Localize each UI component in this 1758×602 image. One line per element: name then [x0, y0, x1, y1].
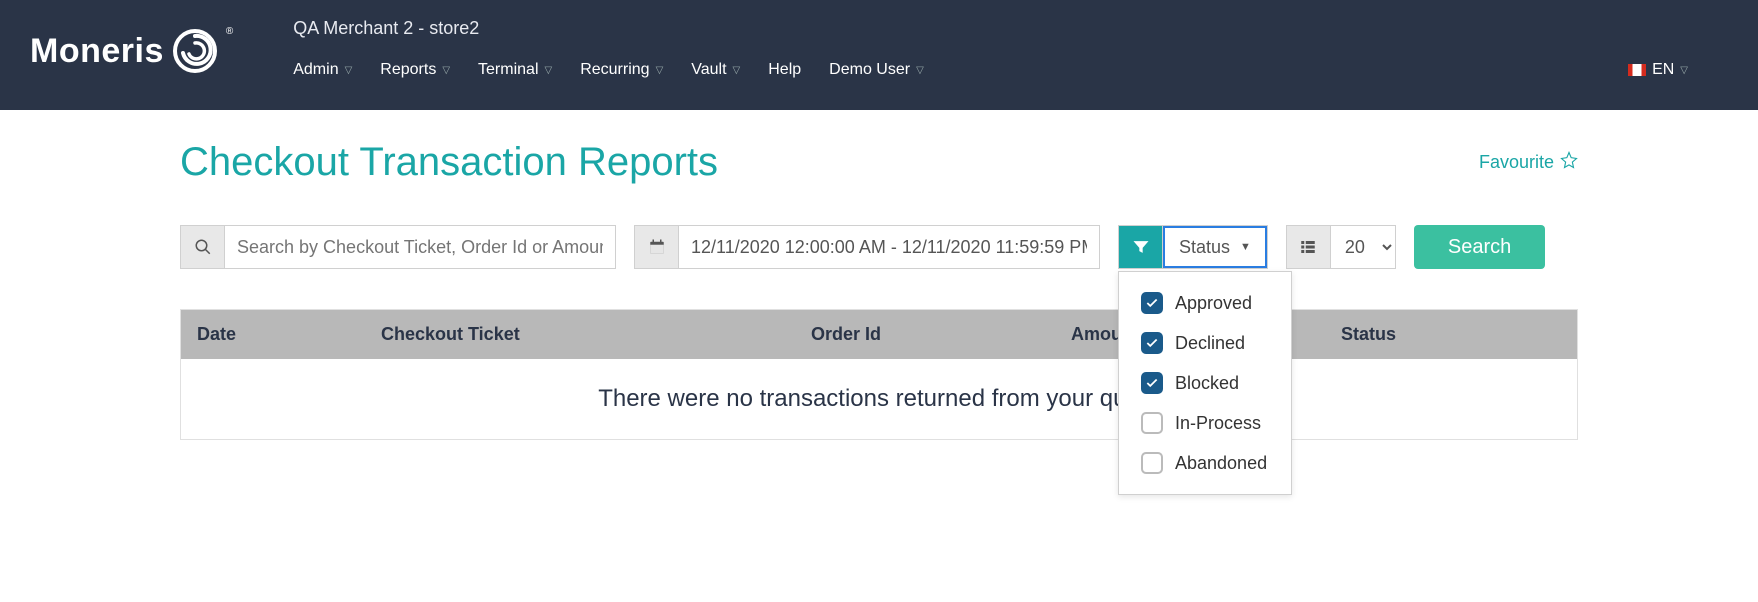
results-table: Date Checkout Ticket Order Id Amount Sta…: [180, 309, 1578, 440]
page-size-select[interactable]: 20: [1331, 226, 1395, 268]
status-option-label: Blocked: [1175, 373, 1239, 394]
status-filter-wrapper: Status ▼ ApprovedDeclinedBlockedIn-Proce…: [1118, 225, 1268, 269]
nav-vault-label: Vault: [691, 61, 726, 79]
nav-terminal-label: Terminal: [478, 61, 538, 79]
swirl-icon: [172, 28, 218, 74]
nav-recurring-label: Recurring: [580, 61, 649, 79]
header-right: QA Merchant 2 - store2 Admin ▽ Reports ▽ T…: [293, 18, 1728, 79]
page-title: Checkout Transaction Reports: [180, 140, 718, 185]
nav-reports[interactable]: Reports ▽: [380, 61, 450, 79]
status-dropdown-menu: Approved Declined Blocked In-Process Abandon…: [1118, 271, 1292, 495]
status-input-group: Status ▼: [1118, 225, 1268, 269]
nav-vault[interactable]: Vault ▽: [691, 61, 740, 79]
empty-message: There were no transactions returned from…: [181, 359, 1577, 439]
nav-user-label: Demo User: [829, 61, 910, 79]
status-dropdown-button[interactable]: Status ▼: [1163, 226, 1267, 268]
th-status: Status: [1341, 324, 1561, 345]
caret-down-icon: ▼: [1240, 241, 1251, 253]
chevron-down-icon: ▽: [656, 65, 664, 76]
page-content: Checkout Transaction Reports Favourite: [0, 110, 1758, 470]
chevron-down-icon: ▽: [442, 65, 450, 76]
status-option[interactable]: Declined: [1141, 332, 1269, 354]
nav-recurring[interactable]: Recurring ▽: [580, 61, 663, 79]
nav-help[interactable]: Help: [768, 61, 801, 79]
date-input-group: [634, 225, 1100, 269]
nav-terminal[interactable]: Terminal ▽: [478, 61, 552, 79]
checkbox-icon: [1141, 372, 1163, 394]
filter-bar: Status ▼ ApprovedDeclinedBlockedIn-Proce…: [180, 225, 1578, 269]
chevron-down-icon: ▽: [916, 65, 924, 76]
brand-name: Moneris: [30, 32, 164, 71]
search-input-group: [180, 225, 616, 269]
status-option-label: Declined: [1175, 333, 1245, 354]
th-ticket: Checkout Ticket: [381, 324, 811, 345]
table-header: Date Checkout Ticket Order Id Amount Sta…: [181, 310, 1577, 359]
status-option[interactable]: Blocked: [1141, 372, 1269, 394]
chevron-down-icon: ▽: [733, 65, 741, 76]
date-range-input[interactable]: [679, 226, 1099, 268]
nav-user[interactable]: Demo User ▽: [829, 61, 924, 79]
favourite-label: Favourite: [1479, 152, 1554, 173]
status-option-label: Abandoned: [1175, 453, 1267, 474]
list-icon: [1287, 226, 1331, 268]
status-label: Status: [1179, 237, 1230, 258]
filter-icon: [1119, 226, 1163, 268]
th-order: Order Id: [811, 324, 1071, 345]
status-option[interactable]: In-Process: [1141, 412, 1269, 434]
title-row: Checkout Transaction Reports Favourite: [180, 140, 1578, 185]
nav-admin[interactable]: Admin ▽: [293, 61, 352, 79]
favourite-link[interactable]: Favourite: [1479, 151, 1578, 174]
language-label: EN: [1652, 61, 1674, 79]
status-option-label: Approved: [1175, 293, 1252, 314]
chevron-down-icon: ▽: [1680, 65, 1688, 76]
th-date: Date: [197, 324, 381, 345]
checkbox-icon: [1141, 452, 1163, 474]
search-icon: [181, 226, 225, 268]
nav-admin-label: Admin: [293, 61, 338, 79]
registered-icon: ®: [226, 26, 233, 37]
checkbox-icon: [1141, 292, 1163, 314]
nav-reports-label: Reports: [380, 61, 436, 79]
flag-icon: [1628, 64, 1646, 76]
status-option[interactable]: Abandoned: [1141, 452, 1269, 474]
chevron-down-icon: ▽: [345, 65, 353, 76]
page-size-group: 20: [1286, 225, 1396, 269]
main-nav: Admin ▽ Reports ▽ Terminal ▽ Recurring ▽ Vau…: [293, 61, 1728, 79]
search-input[interactable]: [225, 226, 615, 268]
nav-help-label: Help: [768, 61, 801, 79]
brand-logo: Moneris ®: [30, 28, 233, 74]
app-header: Moneris ® QA Merchant 2 - store2 Admin ▽ …: [0, 0, 1758, 110]
checkbox-icon: [1141, 412, 1163, 434]
status-option-label: In-Process: [1175, 413, 1261, 434]
status-option[interactable]: Approved: [1141, 292, 1269, 314]
checkbox-icon: [1141, 332, 1163, 354]
calendar-icon: [635, 226, 679, 268]
chevron-down-icon: ▽: [545, 65, 553, 76]
star-icon: [1560, 151, 1578, 174]
search-button[interactable]: Search: [1414, 225, 1545, 269]
language-selector[interactable]: EN ▽: [1628, 61, 1688, 79]
store-name: QA Merchant 2 - store2: [293, 18, 1728, 39]
